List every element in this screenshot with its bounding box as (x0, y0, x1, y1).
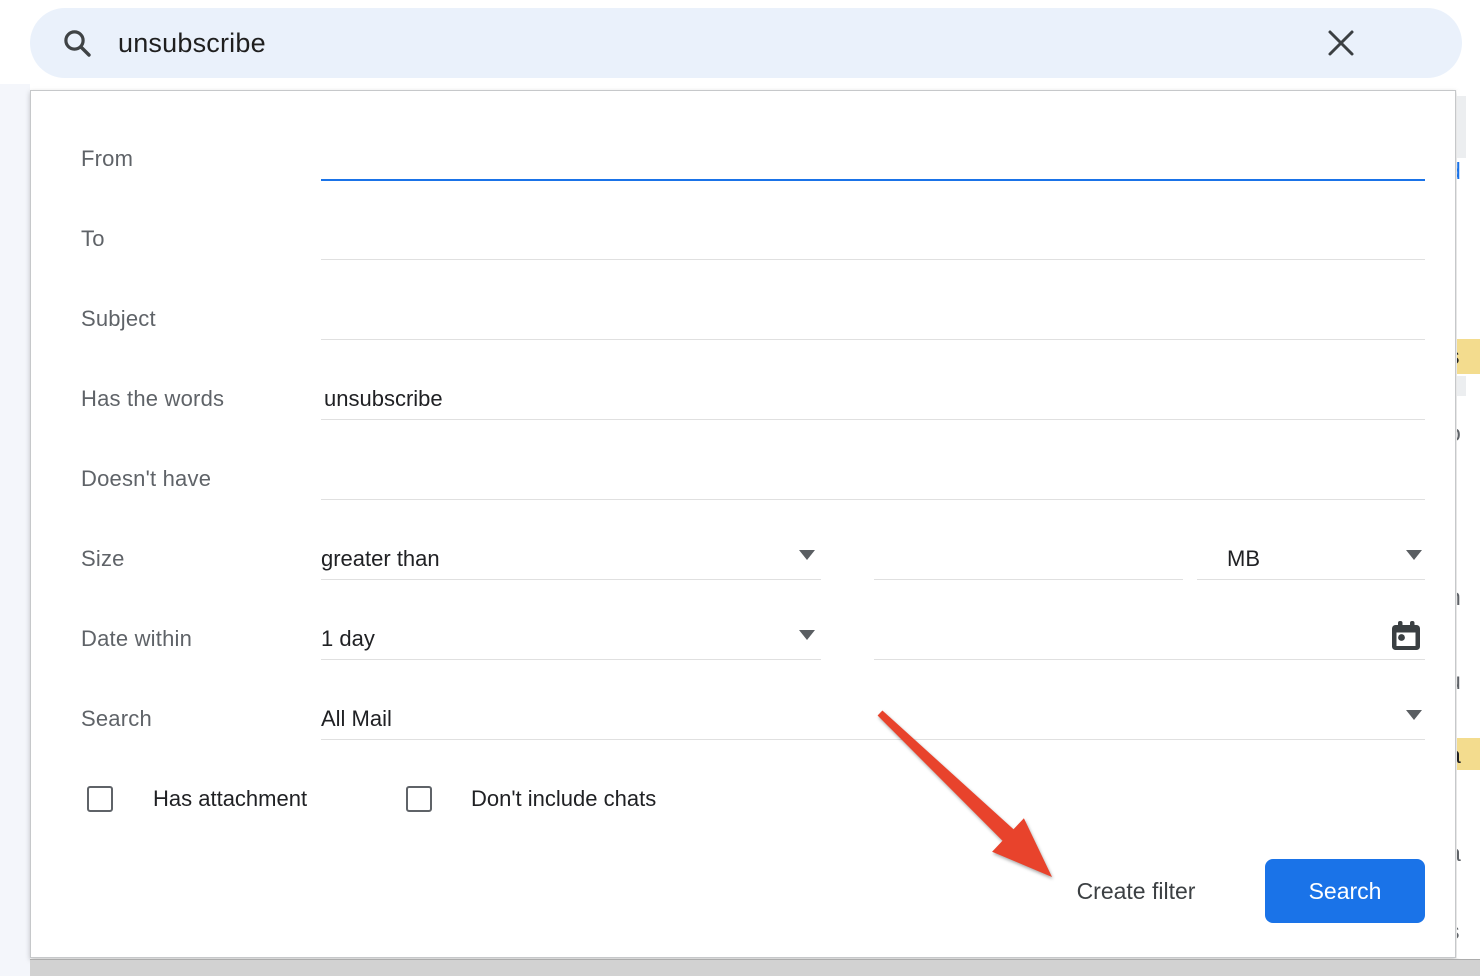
size-label: Size (81, 544, 125, 574)
date-range-value: 1 day (321, 624, 375, 654)
size-operator-select[interactable]: greater than (321, 541, 821, 575)
chevron-down-icon (799, 630, 815, 640)
doesnt-have-label: Doesn't have (81, 464, 211, 494)
scope-label: Search (81, 704, 152, 734)
has-words-underline (321, 419, 1425, 420)
chevron-down-icon (1406, 710, 1422, 720)
dont-include-chats-label[interactable]: Don't include chats (471, 784, 656, 814)
close-x-icon[interactable] (1324, 26, 1358, 60)
search-icon[interactable] (62, 28, 92, 58)
chevron-down-icon (799, 550, 815, 560)
size-operator-underline (321, 579, 821, 580)
background-mail-list-sliver: d s o n u a a s (1457, 90, 1480, 958)
has-words-label: Has the words (81, 384, 224, 414)
search-scope-underline (321, 739, 1425, 740)
dont-include-chats-checkbox[interactable] (406, 786, 432, 812)
clipped-text-fragment: o (1457, 418, 1480, 448)
clipped-text-fragment: u (1457, 666, 1480, 696)
to-underline (321, 259, 1425, 260)
size-amount-input[interactable] (874, 544, 1183, 574)
size-unit-value: MB (1227, 544, 1260, 574)
subject-input[interactable] (324, 304, 1424, 334)
clipped-text-fragment: a (1457, 838, 1480, 868)
subject-label: Subject (81, 304, 156, 334)
clipped-text-fragment: d (1457, 156, 1480, 186)
mail-search-bar: unsubscribe (30, 8, 1462, 78)
date-range-select[interactable]: 1 day (321, 621, 821, 655)
from-input[interactable] (324, 144, 1424, 174)
scrollbar-fragment (1457, 376, 1466, 396)
size-amount-underline (874, 579, 1183, 580)
from-label: From (81, 144, 133, 174)
clipped-text-fragment: s (1457, 916, 1480, 946)
advanced-search-panel: From To Subject Has the words unsubscrib… (30, 90, 1456, 958)
clipped-text-fragment: n (1457, 582, 1480, 612)
to-label: To (81, 224, 105, 254)
calendar-icon[interactable] (1389, 619, 1423, 653)
date-underline (874, 659, 1425, 660)
date-input[interactable] (874, 624, 1374, 654)
has-attachment-label[interactable]: Has attachment (153, 784, 307, 814)
subject-underline (321, 339, 1425, 340)
search-button[interactable]: Search (1265, 859, 1425, 923)
doesnt-have-underline (321, 499, 1425, 500)
app-left-margin (0, 84, 30, 976)
search-scope-select[interactable]: All Mail (321, 701, 1425, 735)
size-unit-select[interactable]: MB (1197, 541, 1425, 575)
to-input[interactable] (324, 224, 1424, 254)
size-unit-underline (1197, 579, 1425, 580)
search-input[interactable]: unsubscribe (118, 28, 1324, 59)
has-words-input[interactable]: unsubscribe (324, 384, 1424, 414)
create-filter-button[interactable]: Create filter (1036, 873, 1236, 909)
search-scope-value: All Mail (321, 704, 392, 734)
date-range-underline (321, 659, 821, 660)
date-within-label: Date within (81, 624, 192, 654)
has-attachment-checkbox[interactable] (87, 786, 113, 812)
clipped-text-fragment: a (1457, 740, 1480, 770)
from-underline-focused (321, 179, 1425, 181)
size-operator-value: greater than (321, 544, 440, 574)
background-bottom-edge (30, 959, 1480, 976)
chevron-down-icon (1406, 550, 1422, 560)
doesnt-have-input[interactable] (324, 464, 1424, 494)
clipped-text-fragment: s (1457, 341, 1480, 371)
scrollbar-fragment (1457, 96, 1466, 158)
